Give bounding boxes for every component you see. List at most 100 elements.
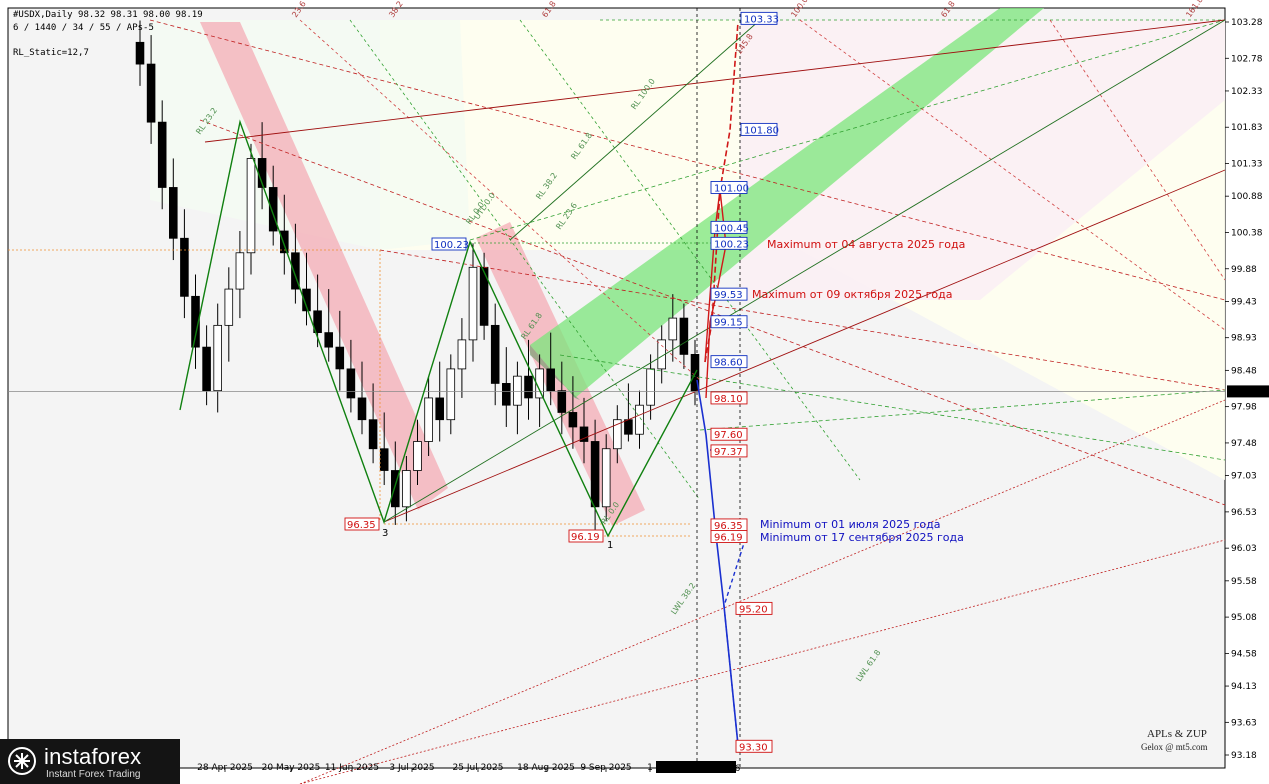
x-tick-label-4: 3 Jul 2025 (389, 763, 434, 773)
y-tick-label-11: 98.48 (1231, 366, 1257, 376)
candle-body (202, 346, 211, 392)
y-tick-label-8: 99.88 (1231, 265, 1257, 275)
price-chart[interactable]: 103.33 101.80 101.00 100.45 100.23 99.53 99.15… (0, 0, 1269, 784)
chart-window: 103.33 101.80 101.00 100.45 100.23 99.53 99.15… (0, 0, 1269, 784)
y-tick-label-17: 95.58 (1231, 577, 1257, 587)
y-tick-label-2: 102.78 (1231, 54, 1263, 64)
y-tick-label-6: 100.88 (1231, 192, 1263, 202)
candle-body (479, 266, 489, 326)
y-tick-label-16: 96.03 (1231, 544, 1257, 554)
candle-body (424, 397, 433, 442)
level-3: 101.00 (710, 181, 749, 194)
y-tick-label-1: 103.28 (1231, 18, 1263, 28)
level-6: 99.53 (710, 287, 748, 301)
annotation-2: Maximum от 09 октября 2025 года (752, 288, 952, 301)
candle-body (668, 317, 678, 341)
level-11: 97.37 (710, 444, 748, 458)
x-tick-label-2: 20 May 2025 (262, 763, 321, 773)
level-1: 103.33 (740, 11, 779, 25)
level-4: 100.45 (710, 220, 749, 234)
level-14: 95.20 (735, 601, 773, 615)
candle-body (457, 339, 467, 370)
candle-body (169, 187, 178, 239)
level-label: 101.80 (744, 125, 779, 136)
pivot-label: 96.19 (571, 532, 600, 543)
y-tick-label-12: 97.98 (1231, 403, 1257, 413)
y-tick-label-21: 93.63 (1231, 718, 1257, 728)
logo-name: instaforex (44, 744, 142, 769)
pivot-point: 1 (607, 540, 613, 551)
x-tick-label-6: 18 Aug 2025 (517, 763, 575, 773)
level-label: 97.60 (714, 430, 743, 441)
y-tick-label-13: 97.48 (1231, 439, 1257, 449)
y-tick-label-4: 101.83 (1231, 123, 1263, 133)
candle-body (546, 368, 555, 392)
y-tick-label-15: 96.53 (1231, 508, 1257, 518)
candle-body (224, 288, 234, 326)
candle-body (268, 187, 278, 232)
y-tick-label-22: 93.18 (1231, 751, 1257, 761)
level-15: 93.30 (735, 739, 773, 753)
level-9: 98.10 (710, 391, 748, 405)
candle-body (557, 390, 567, 413)
candle-body (146, 63, 156, 123)
candle-body (335, 346, 345, 370)
rl-static-label: RL_Static=12,7 (13, 48, 89, 58)
y-tick-label-5: 101.33 (1231, 160, 1263, 170)
logo-mark-icon (8, 747, 36, 775)
candle-body (590, 441, 600, 508)
level-label: 99.15 (714, 318, 743, 329)
candle-body (679, 317, 689, 355)
y-tick-label-3: 102.33 (1231, 87, 1263, 97)
candle-body (357, 397, 367, 421)
watermark-author: Gelox @ mt5.com (1141, 742, 1208, 752)
watermark-title: APLs & ZUP (1147, 728, 1207, 740)
level-12: 96.35 (710, 518, 748, 532)
level-7: 99.15 (710, 315, 748, 329)
candle-body (513, 375, 522, 406)
candle-body (635, 404, 644, 435)
candle-body (402, 470, 411, 508)
cursor-time-marker: 2025.10.17 12:56 (656, 761, 741, 774)
level-5: 100.23 (710, 236, 749, 250)
x-tick-label-7: 9 Sep 2025 (580, 763, 631, 773)
y-tick-label-14: 97.03 (1231, 472, 1257, 482)
level-2: 101.80 (740, 122, 779, 136)
candle-body (379, 448, 389, 471)
candle-body (435, 397, 444, 421)
candle-body (246, 158, 256, 254)
candle-body (346, 368, 356, 399)
candle-body (446, 368, 456, 421)
y-tick-label-20: 94.13 (1231, 682, 1257, 692)
candle-body (235, 252, 245, 290)
instaforex-logo: instaforex Instant Forex Trading (0, 739, 180, 784)
level-label: 100.45 (714, 223, 749, 234)
x-tick-label-3: 11 Jun 2025 (325, 763, 379, 773)
current-price-marker: 98.19 (1227, 385, 1269, 398)
current-price-label: 98.19 (1230, 388, 1256, 398)
x-tick-label-8: 1 (647, 763, 653, 773)
annotation-4: Minimum от 17 сентября 2025 года (760, 531, 964, 544)
level-label: 97.37 (714, 447, 743, 458)
candle-body (135, 41, 145, 65)
candle-body (324, 332, 333, 348)
level-label: 101.00 (714, 183, 749, 194)
candle-body (646, 368, 655, 406)
pivot-point: 3 (382, 528, 388, 539)
candle-body (157, 121, 167, 188)
candle-body (180, 237, 189, 297)
y-tick-label-9: 99.43 (1231, 297, 1257, 307)
annotation-3: Minimum от 01 июля 2025 года (760, 518, 941, 531)
level-label: 99.53 (714, 290, 743, 301)
level-label: 98.10 (714, 394, 743, 405)
candle-body (280, 230, 289, 254)
pivot-1: 100.23 (431, 237, 469, 251)
indicator-params: 6 / 1440 / 34 / 55 / APs-5 (13, 23, 154, 33)
symbol-header: #USDX,Daily 98.32 98.31 98.00 98.19 (13, 10, 203, 20)
x-tick-label-1: 28 Apr 2025 (197, 763, 253, 773)
level-label: 95.20 (739, 604, 768, 615)
y-tick-label-18: 95.08 (1231, 613, 1257, 623)
candle-body (413, 441, 422, 471)
level-10: 97.60 (710, 427, 748, 441)
y-tick-label-7: 100.38 (1231, 228, 1263, 238)
